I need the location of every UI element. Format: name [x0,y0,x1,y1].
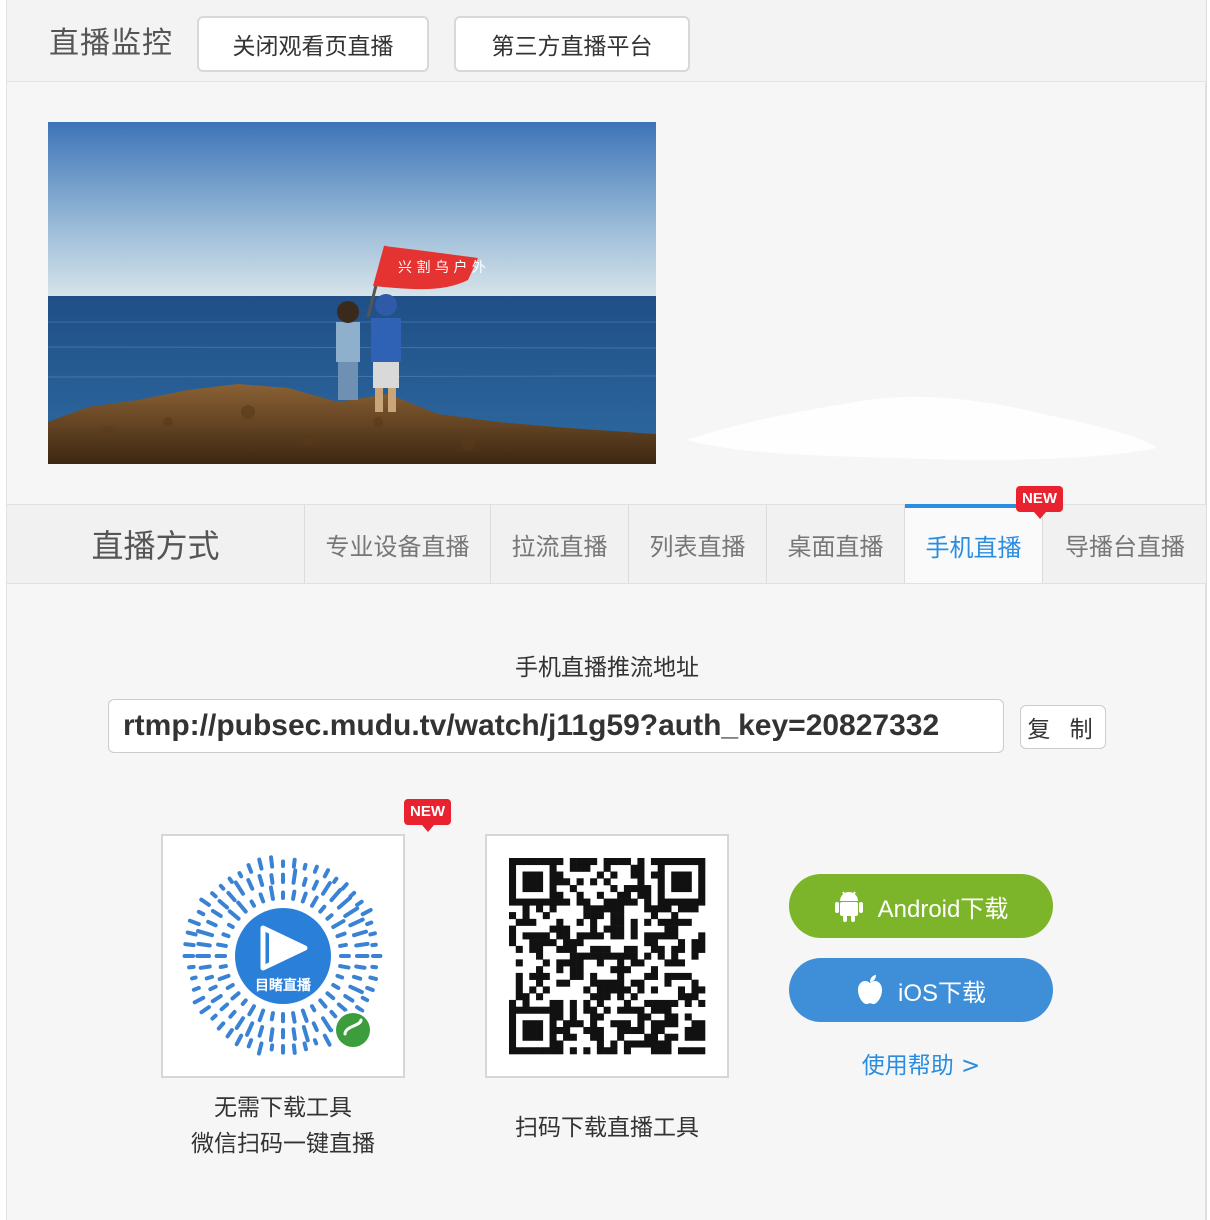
copy-button[interactable]: 复 制 [1020,705,1106,749]
live-mode-title: 直播方式 [7,505,305,583]
ios-download-button[interactable]: iOS下载 [789,958,1053,1022]
close-watch-page-live-button[interactable]: 关闭观看页直播 [197,16,429,72]
tab-desktop-live[interactable]: 桌面直播 [767,505,905,583]
app-download-qr-code [485,834,729,1078]
header: 直播监控 关闭观看页直播 第三方直播平台 [7,0,1207,82]
tab-mobile-live[interactable]: 手机直播 [905,504,1043,583]
mini-program-code: 目睹直播 [161,834,405,1078]
push-url-label: 手机直播推流地址 [515,655,699,681]
tab-list-live[interactable]: 列表直播 [629,505,767,583]
page-title: 直播监控 [49,26,173,61]
new-badge-mini-program: NEW [404,799,451,832]
ios-download-label: iOS下载 [897,979,986,1007]
tab-pull-stream[interactable]: 拉流直播 [491,505,629,583]
live-mode-tabs: 直播方式 专业设备直播 拉流直播 列表直播 桌面直播 手机直播 导播台直播 [7,504,1207,584]
third-party-platform-button[interactable]: 第三方直播平台 [454,16,690,72]
android-download-button[interactable]: Android下载 [789,874,1053,938]
tab-director-live[interactable]: 导播台直播 [1043,505,1207,583]
flag-text: 兴 割 乌 户 外 [398,259,486,276]
apple-icon [856,974,884,1006]
help-link[interactable]: 使用帮助 > [789,1046,1053,1080]
live-monitor-panel: 直播监控 关闭观看页直播 第三方直播平台 兴 割 乌 户 外 直播方式 专业设备… [6,0,1207,1220]
tab-professional-device[interactable]: 专业设备直播 [305,505,491,583]
mini-program-caption-line1: 无需下载工具 [214,1095,352,1121]
mini-program-caption-line2: 微信扫码一键直播 [191,1131,375,1157]
push-url-field[interactable]: rtmp://pubsec.mudu.tv/watch/j11g59?auth_… [108,699,1004,753]
wechat-mini-program-icon [336,1013,370,1047]
android-icon [834,889,864,923]
mini-program-caption: 无需下载工具 微信扫码一键直播 [161,1090,405,1162]
android-download-label: Android下载 [877,895,1009,923]
mini-program-logo-text: 目睹直播 [255,977,312,994]
page-edge [1206,0,1210,1220]
new-badge-tab: NEW [1016,486,1063,519]
background-smudge [687,396,1157,460]
app-qr-caption: 扫码下载直播工具 [515,1115,699,1141]
live-preview-image: 兴 割 乌 户 外 [48,122,656,464]
